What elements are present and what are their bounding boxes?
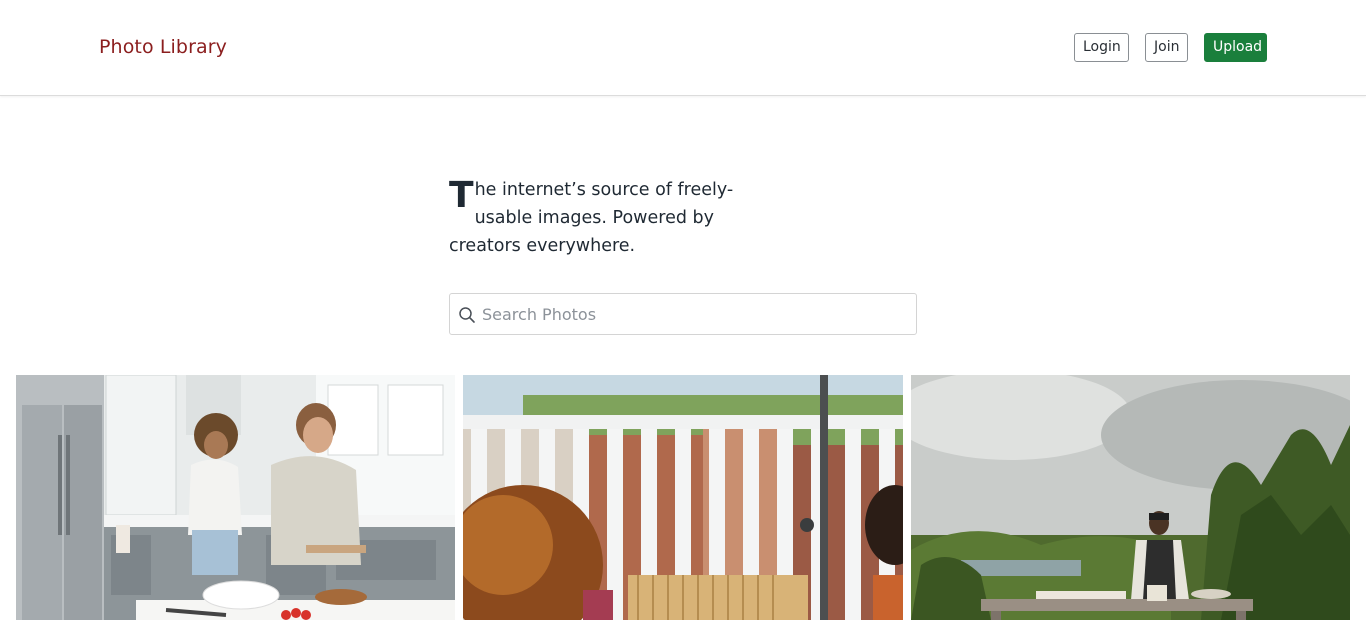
photo-kitchen[interactable] [16,375,455,620]
photo-balcony-image [463,375,903,620]
photo-kitchen-image [16,375,455,620]
tagline-text: he internet’s source of freely-usable im… [449,180,734,256]
join-button[interactable]: Join [1145,33,1188,62]
search-icon [459,307,475,323]
photo-outdoor-table[interactable] [911,375,1350,620]
top-bar: Photo Library Login Join Upload [0,0,1366,96]
hero-tagline: The internet’s source of freely-usable i… [449,176,789,260]
brand-logo-link[interactable]: Photo Library [99,36,227,58]
search-box [449,293,917,335]
tagline-dropcap: T [449,175,474,216]
upload-button[interactable]: Upload [1204,33,1267,62]
photo-outdoor-table-image [911,375,1350,620]
photo-balcony[interactable] [463,375,903,620]
login-button[interactable]: Login [1074,33,1129,62]
search-input[interactable] [482,295,912,333]
